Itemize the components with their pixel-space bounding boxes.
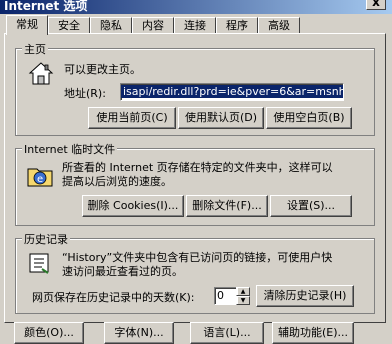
temp-files-group: Internet 临时文件 e 所查看的 Internet 页存储在特定的文件夹… (15, 141, 375, 226)
homepage-group: 主页 可以更改主页。 地址(R): isapi/redir.dll?prd=ie… (15, 41, 375, 136)
address-field[interactable]: isapi/redir.dll?prd=ie&pver=6&ar=msnhome (120, 83, 344, 101)
home-icon (28, 62, 54, 85)
history-legend: 历史记录 (22, 231, 70, 247)
days-spinner[interactable]: ▲ ▼ (236, 287, 250, 305)
address-label: 地址(R): (64, 87, 106, 100)
tab-advanced[interactable]: 高级 (258, 17, 300, 34)
history-group: 历史记录 “History”文件夹中包含有已访问页的链接，可使用户快 速访问最近… (15, 231, 375, 314)
general-tab-panel: 主页 可以更改主页。 地址(R): isapi/redir.dll?prd=ie… (4, 33, 386, 323)
use-current-page-button[interactable]: 使用当前页(C) (88, 107, 176, 129)
languages-button[interactable]: 语言(L)... (190, 322, 264, 344)
fonts-button[interactable]: 字体(N)... (104, 322, 174, 344)
accessibility-button[interactable]: 辅助功能(E)... (272, 322, 354, 344)
temp-files-legend: Internet 临时文件 (22, 141, 118, 157)
window-title: Internet 选项 (4, 0, 88, 13)
tab-programs[interactable]: 程序 (216, 17, 258, 34)
use-default-page-button[interactable]: 使用默认页(D) (178, 107, 264, 129)
homepage-description: 可以更改主页。 (64, 63, 141, 76)
colors-button[interactable]: 颜色(O)... (14, 322, 84, 344)
use-blank-page-button[interactable]: 使用空白页(B) (266, 107, 352, 129)
days-input[interactable]: 0 (214, 287, 238, 305)
tab-general[interactable]: 常规 (6, 15, 48, 35)
spin-down-icon[interactable]: ▼ (236, 296, 250, 305)
homepage-legend: 主页 (22, 41, 48, 57)
title-bar: Internet 选项 x (0, 0, 392, 14)
close-button[interactable]: x (366, 0, 386, 10)
delete-files-button[interactable]: 删除文件(F)... (186, 195, 268, 217)
settings-button[interactable]: 设置(S)... (270, 195, 352, 217)
spin-up-icon[interactable]: ▲ (236, 287, 250, 296)
tab-content[interactable]: 内容 (132, 17, 174, 34)
clear-history-button[interactable]: 清除历史记录(H) (256, 285, 354, 307)
tab-connections[interactable]: 连接 (174, 17, 216, 34)
tab-security[interactable]: 安全 (48, 17, 90, 34)
history-icon (29, 253, 49, 274)
days-label: 网页保存在历史记录中的天数(K): (32, 291, 195, 304)
history-description-line2: 速访问最近查看过的页。 (62, 265, 183, 278)
temp-description-line2: 提高以后浏览的速度。 (62, 175, 172, 188)
ie-folder-icon: e (27, 168, 53, 187)
svg-text:e: e (37, 174, 43, 185)
tab-privacy[interactable]: 隐私 (90, 17, 132, 34)
bottom-button-row: 颜色(O)... 字体(N)... 语言(L)... 辅助功能(E)... (0, 322, 392, 344)
delete-cookies-button[interactable]: 删除 Cookies(I)... (82, 195, 184, 217)
